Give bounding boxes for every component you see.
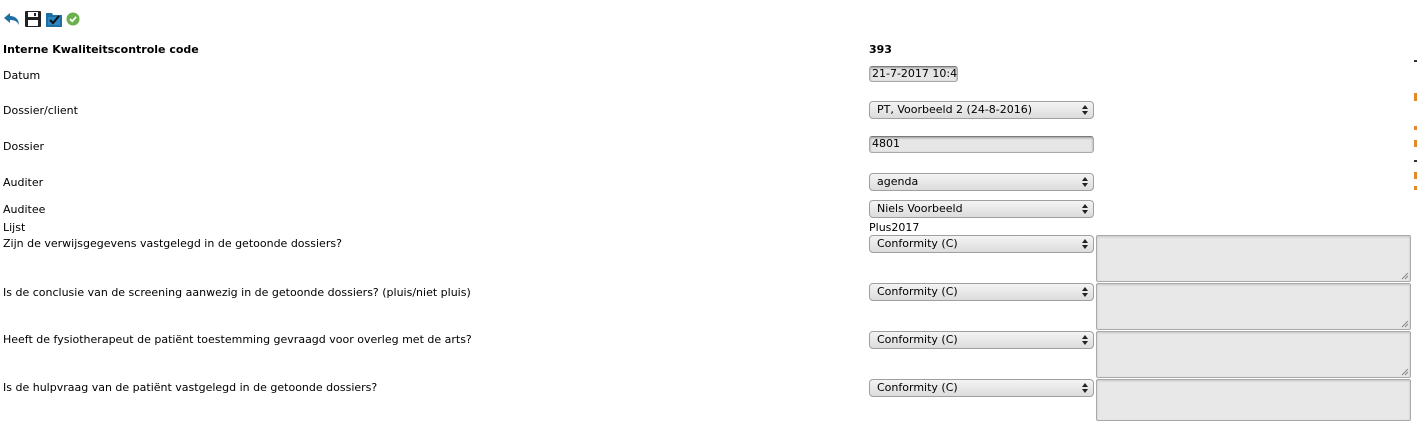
dossier-client-label: Dossier/client xyxy=(3,104,78,117)
select-arrows-icon xyxy=(1082,204,1088,214)
lijst-label: Lijst xyxy=(3,221,26,234)
save-icon[interactable] xyxy=(24,10,42,28)
question-4-text: Is de hulpvraag van de patiënt vastgeleg… xyxy=(3,381,378,394)
select-arrows-icon xyxy=(1082,335,1088,345)
question-1-text: Zijn de verwijsgegevens vastgelegd in de… xyxy=(3,237,342,250)
question-3-answer-select[interactable]: Conformity (C) xyxy=(869,331,1094,349)
question-1-answer-select[interactable]: Conformity (C) xyxy=(869,235,1094,253)
question-4-answer-value: Conformity (C) xyxy=(877,381,958,394)
auditer-select[interactable]: agenda xyxy=(869,173,1094,191)
question-4-answer-select[interactable]: Conformity (C) xyxy=(869,379,1094,397)
auditee-label: Auditee xyxy=(3,203,46,216)
datum-field[interactable]: 21-7-2017 10:43: xyxy=(869,66,958,82)
auditer-label: Auditer xyxy=(3,176,44,189)
select-arrows-icon xyxy=(1082,287,1088,297)
dossier-field[interactable]: 4801 xyxy=(869,136,1094,153)
question-3-answer-value: Conformity (C) xyxy=(877,333,958,346)
auditee-select-value: Niels Voorbeeld xyxy=(877,202,963,215)
question-4-comment-textarea[interactable] xyxy=(1096,379,1411,421)
lijst-value: Plus2017 xyxy=(869,221,920,234)
dossier-client-select-value: PT, Voorbeeld 2 (24-8-2016) xyxy=(877,103,1033,116)
question-1-comment-textarea[interactable] xyxy=(1096,235,1411,282)
auditee-select[interactable]: Niels Voorbeeld xyxy=(869,200,1094,218)
select-arrows-icon xyxy=(1082,177,1088,187)
select-arrows-icon xyxy=(1082,239,1088,249)
resize-grip-icon[interactable] xyxy=(1401,320,1409,328)
question-2-comment-textarea[interactable] xyxy=(1096,283,1411,330)
undo-icon[interactable] xyxy=(3,10,21,28)
question-3-text: Heeft de fysiotherapeut de patiënt toest… xyxy=(3,333,472,346)
resize-grip-icon[interactable] xyxy=(1401,368,1409,376)
dossier-client-select[interactable]: PT, Voorbeeld 2 (24-8-2016) xyxy=(869,101,1094,119)
question-3-comment-textarea[interactable] xyxy=(1096,331,1411,378)
select-arrows-icon xyxy=(1082,383,1088,393)
question-2-answer-select[interactable]: Conformity (C) xyxy=(869,283,1094,301)
check-circle-icon[interactable] xyxy=(66,12,80,26)
question-2-answer-value: Conformity (C) xyxy=(877,285,958,298)
folder-check-icon[interactable] xyxy=(45,10,63,28)
question-2-text: Is de conclusie van de screening aanwezi… xyxy=(3,286,471,299)
dossier-label: Dossier xyxy=(3,140,45,153)
datum-label: Datum xyxy=(3,69,41,82)
question-1-answer-value: Conformity (C) xyxy=(877,237,958,250)
select-arrows-icon xyxy=(1082,105,1088,115)
auditer-select-value: agenda xyxy=(877,175,919,188)
code-label: Interne Kwaliteitscontrole code xyxy=(3,43,199,56)
resize-grip-icon[interactable] xyxy=(1401,272,1409,280)
code-value: 393 xyxy=(869,43,892,56)
